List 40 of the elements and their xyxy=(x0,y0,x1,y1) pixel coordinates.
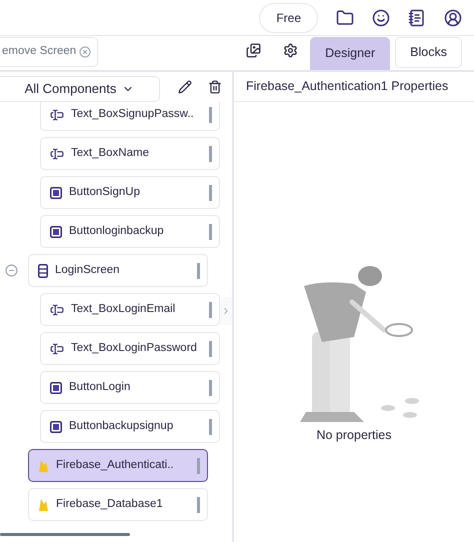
edit-icon[interactable] xyxy=(178,80,192,94)
component-item[interactable]: Buttonbackupsignup xyxy=(40,410,220,443)
component-item[interactable]: ButtonSignUp xyxy=(40,176,220,209)
text-box-icon xyxy=(50,108,64,122)
text-box-icon xyxy=(50,302,64,316)
view-tab[interactable]: Blocks xyxy=(395,37,462,68)
folder-icon[interactable] xyxy=(336,8,354,26)
button-icon xyxy=(50,382,62,394)
notebook-icon[interactable] xyxy=(408,8,426,26)
empty-message: No properties xyxy=(316,427,392,444)
component-item[interactable]: Firebase_Database1 xyxy=(28,488,208,521)
button-icon xyxy=(50,226,62,238)
button-icon xyxy=(50,420,62,432)
component-item[interactable]: Text_BoxLoginEmail xyxy=(40,293,220,326)
scrollbar[interactable] xyxy=(0,533,130,536)
component-item[interactable]: ButtonLogin xyxy=(40,371,220,404)
settings-icon[interactable] xyxy=(283,43,298,58)
component-item[interactable]: Text_BoxLoginPassword xyxy=(40,332,220,365)
button-icon xyxy=(50,186,62,198)
text-box-icon xyxy=(50,342,64,356)
collapse-icon[interactable] xyxy=(4,264,18,277)
remove-icon xyxy=(79,46,92,58)
component-item[interactable]: LoginScreen xyxy=(28,254,208,287)
component-item[interactable]: Firebase_Authenticati.. xyxy=(28,449,208,482)
plan-badge[interactable]: Free xyxy=(259,2,318,32)
component-item[interactable]: Buttonloginbackup xyxy=(40,215,220,248)
image-icon[interactable] xyxy=(246,43,262,58)
view-tab[interactable]: Designer xyxy=(310,37,390,70)
delete-icon[interactable] xyxy=(208,80,222,94)
component-item[interactable]: Text_BoxSignupPassw.. xyxy=(40,102,220,131)
flame-icon xyxy=(38,458,49,472)
component-item[interactable]: Text_BoxName xyxy=(40,137,220,170)
user-icon[interactable] xyxy=(444,8,462,26)
remove-screen-button[interactable]: emove Screen xyxy=(0,37,98,67)
smile-icon[interactable] xyxy=(372,8,390,26)
text-box-icon xyxy=(50,146,64,160)
component-filter[interactable]: All Components xyxy=(0,76,160,102)
properties-title: Firebase_Authentication1 Properties xyxy=(246,78,448,96)
flame-icon xyxy=(38,498,49,512)
screen-icon xyxy=(38,264,48,278)
